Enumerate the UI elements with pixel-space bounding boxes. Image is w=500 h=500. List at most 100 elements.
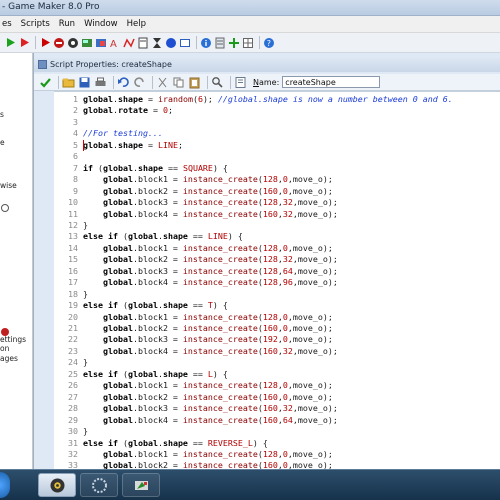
cut-icon[interactable] bbox=[156, 76, 169, 89]
code-line[interactable]: 31 else if (global.shape == REVERSE_L) { bbox=[54, 438, 500, 449]
redo-icon[interactable] bbox=[133, 76, 146, 89]
code-line[interactable]: 33 global.block2 = instance_create(160,0… bbox=[54, 460, 500, 469]
save-icon[interactable] bbox=[78, 76, 91, 89]
code-line[interactable]: 32 global.block1 = instance_create(128,0… bbox=[54, 449, 500, 460]
path-icon[interactable]: A bbox=[109, 37, 121, 49]
code-line[interactable]: 17 global.block4 = instance_create(128,9… bbox=[54, 277, 500, 288]
code-token: global bbox=[102, 265, 133, 276]
sphere-icon[interactable] bbox=[165, 37, 177, 49]
code-line[interactable]: 10 global.block3 = instance_create(128,3… bbox=[54, 197, 500, 208]
tree-item-fragment[interactable]: wise bbox=[0, 181, 17, 190]
stop-icon[interactable] bbox=[39, 37, 51, 49]
tree-item-fragment[interactable]: e bbox=[0, 138, 5, 147]
code-line[interactable]: 24} bbox=[54, 357, 500, 368]
toolbar-separator bbox=[152, 75, 153, 89]
sprite-icon[interactable] bbox=[67, 37, 79, 49]
ok-check-icon[interactable] bbox=[39, 76, 52, 89]
print-icon[interactable] bbox=[94, 76, 107, 89]
copy-icon[interactable] bbox=[172, 76, 185, 89]
line-number: 28 bbox=[68, 403, 78, 414]
line-number: 16 bbox=[68, 265, 78, 276]
code-line[interactable]: 29 global.block4 = instance_create(160,6… bbox=[54, 415, 500, 426]
code-line[interactable]: 7 if (global.shape == SQUARE) { bbox=[54, 163, 500, 174]
resource-tree[interactable]: s e wise on ettings ages bbox=[0, 53, 33, 469]
code-line[interactable]: 14 global.block1 = instance_create(128,0… bbox=[54, 243, 500, 254]
taskbar-app[interactable] bbox=[80, 473, 118, 497]
undo-icon[interactable] bbox=[117, 76, 130, 89]
run-green-icon[interactable] bbox=[4, 37, 16, 49]
code-line[interactable]: 23 global.block4 = instance_create(160,3… bbox=[54, 346, 500, 357]
code-line[interactable]: 8 global.block1 = instance_create(128,0,… bbox=[54, 174, 500, 185]
code-line[interactable]: 6 bbox=[54, 151, 500, 162]
menu-resources[interactable]: es bbox=[2, 19, 12, 29]
grid-icon[interactable] bbox=[242, 37, 254, 49]
paste-icon[interactable] bbox=[188, 76, 201, 89]
code-line[interactable]: 12} bbox=[54, 220, 500, 231]
room-icon[interactable] bbox=[151, 37, 163, 49]
script-name-input[interactable] bbox=[282, 76, 381, 88]
settings-icon[interactable] bbox=[214, 37, 226, 49]
tree-folder-icon[interactable] bbox=[0, 203, 10, 215]
title-bar: - Game Maker 8.0 Pro bbox=[0, 0, 500, 16]
menu-bar: es Scripts Run Window Help bbox=[0, 16, 500, 33]
background-icon[interactable] bbox=[81, 37, 93, 49]
code-line[interactable]: 2 global.rotate = 0; bbox=[54, 105, 500, 116]
script-icon[interactable] bbox=[53, 37, 65, 49]
code-line[interactable]: 18} bbox=[54, 289, 500, 300]
code-line[interactable]: 21 global.block2 = instance_create(160,0… bbox=[54, 323, 500, 334]
script-window-icon bbox=[38, 60, 47, 69]
menu-scripts[interactable]: Scripts bbox=[21, 19, 50, 29]
code-token: global bbox=[102, 323, 133, 333]
menu-help[interactable]: Help bbox=[127, 19, 146, 29]
code-line[interactable]: 9 global.block2 = instance_create(160,0,… bbox=[54, 186, 500, 197]
code-line[interactable]: 15 global.block2 = instance_create(128,3… bbox=[54, 254, 500, 265]
tree-item-fragment[interactable]: ages bbox=[0, 354, 18, 363]
code-text: global.block3 = instance_create(128,32,m… bbox=[83, 197, 338, 208]
code-line[interactable]: 4 //For testing... bbox=[54, 128, 500, 139]
code-token: global bbox=[102, 448, 133, 459]
code-token: irandom bbox=[157, 94, 193, 104]
object-icon[interactable] bbox=[137, 37, 149, 49]
code-line[interactable]: 26 global.block1 = instance_create(128,0… bbox=[54, 380, 500, 391]
find-icon[interactable] bbox=[211, 76, 224, 89]
info-icon[interactable] bbox=[200, 37, 212, 49]
doc-icon[interactable] bbox=[234, 76, 247, 89]
code-editor[interactable]: 1 global.shape = irandom(6); //global.sha… bbox=[54, 91, 500, 469]
tree-item-fragment[interactable]: ettings bbox=[0, 335, 26, 344]
timeline-icon[interactable] bbox=[123, 37, 135, 49]
taskbar-game-maker[interactable] bbox=[38, 473, 76, 497]
code-line[interactable]: 3 bbox=[54, 117, 500, 128]
menu-window[interactable]: Window bbox=[84, 19, 118, 29]
code-token: global bbox=[102, 403, 133, 414]
font-icon[interactable] bbox=[95, 37, 107, 49]
code-line[interactable]: 13 else if (global.shape == LINE) { bbox=[54, 231, 500, 242]
extension-icon[interactable] bbox=[228, 37, 240, 49]
line-number: 8 bbox=[73, 174, 78, 185]
tree-item-fragment[interactable]: s bbox=[0, 110, 4, 119]
code-line[interactable]: 16 global.block3 = instance_create(128,6… bbox=[54, 266, 500, 277]
start-button[interactable] bbox=[0, 472, 10, 498]
code-line[interactable]: 25 else if (global.shape == L) { bbox=[54, 369, 500, 380]
run-debug-icon[interactable] bbox=[18, 37, 30, 49]
frame-icon[interactable] bbox=[179, 37, 191, 49]
script-window-titlebar[interactable]: Script Properties: createShape bbox=[34, 58, 500, 72]
code-token: instance_create bbox=[182, 380, 258, 391]
code-line[interactable]: 11 global.block4 = instance_create(160,3… bbox=[54, 209, 500, 220]
code-line[interactable]: 30} bbox=[54, 426, 500, 437]
code-token: 64 bbox=[282, 265, 293, 276]
code-text: global.block1 = instance_create(128,0,mo… bbox=[83, 174, 333, 185]
code-line[interactable]: 5 global.shape = LINE; bbox=[54, 140, 500, 151]
taskbar-tool[interactable] bbox=[122, 473, 160, 497]
code-line[interactable]: 27 global.block2 = instance_create(160,0… bbox=[54, 392, 500, 403]
code-line[interactable]: 22 global.block3 = instance_create(192,0… bbox=[54, 334, 500, 345]
code-line[interactable]: 1 global.shape = irandom(6); //global.sha… bbox=[54, 94, 500, 105]
code-line[interactable]: 20 global.block1 = instance_create(128,0… bbox=[54, 312, 500, 323]
menu-run[interactable]: Run bbox=[59, 19, 75, 29]
code-line[interactable]: 28 global.block3 = instance_create(160,3… bbox=[54, 403, 500, 414]
help-icon[interactable]: ? bbox=[263, 37, 275, 49]
open-folder-icon[interactable] bbox=[62, 76, 75, 89]
tree-item-fragment[interactable]: on bbox=[0, 344, 9, 353]
code-text: global.block4 = instance_create(128,96,m… bbox=[83, 277, 338, 288]
code-line[interactable]: 19 else if (global.shape == T) { bbox=[54, 300, 500, 311]
